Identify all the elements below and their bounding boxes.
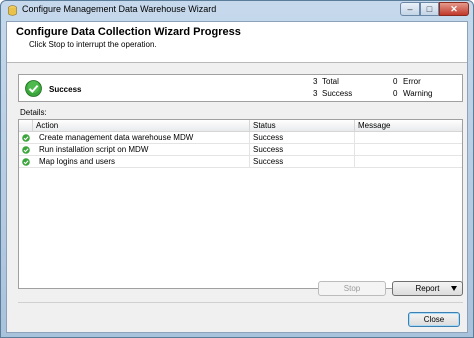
check-circle-icon [22,146,30,154]
check-circle-icon [22,158,30,166]
row-status: Success [250,132,355,143]
window-title: Configure Management Data Warehouse Wiza… [22,4,217,14]
details-grid[interactable]: Action Status Message Create management … [18,119,463,289]
footer-divider [18,302,463,303]
report-button-label: Report [415,284,440,293]
page-subtitle: Click Stop to interrupt the operation. [29,40,157,49]
column-header-icon [19,120,33,131]
row-message [355,156,462,167]
table-row[interactable]: Map logins and users Success [19,156,462,168]
grid-header: Action Status Message [19,120,462,132]
row-status: Success [250,144,355,155]
success-count: 3 [313,89,318,98]
table-row[interactable]: Run installation script on MDW Success [19,144,462,156]
table-row[interactable]: Create management data warehouse MDW Suc… [19,132,462,144]
row-message [355,132,462,143]
wizard-client-area: Configure Data Collection Wizard Progres… [6,21,468,333]
error-label: Error [403,77,421,86]
details-label: Details: [20,108,47,117]
row-message [355,144,462,155]
total-count: 3 [313,77,318,86]
summary-status: Success [49,85,82,94]
check-circle-icon [22,134,30,142]
wizard-window: Configure Management Data Warehouse Wiza… [0,0,474,338]
summary-panel: Success 3 Total 3 Success 0 Error 0 Warn… [18,74,463,102]
header-panel: Configure Data Collection Wizard Progres… [7,22,467,63]
stop-button[interactable]: Stop [318,281,386,296]
row-action: Run installation script on MDW [33,144,250,155]
page-title: Configure Data Collection Wizard Progres… [16,26,241,38]
chevron-down-icon [451,286,457,291]
warning-count: 0 [393,89,398,98]
check-circle-icon [25,80,42,97]
total-label: Total [322,77,339,86]
column-header-status[interactable]: Status [250,120,355,131]
title-bar[interactable]: Configure Management Data Warehouse Wiza… [1,1,473,20]
success-label: Success [322,89,353,98]
database-icon [8,5,17,16]
row-status: Success [250,156,355,167]
error-count: 0 [393,77,398,86]
report-button[interactable]: Report [392,281,463,296]
close-window-button[interactable]: ✕ [439,2,469,16]
column-header-action[interactable]: Action [33,120,250,131]
maximize-button[interactable]: □ [420,2,439,16]
warning-label: Warning [403,89,433,98]
row-action: Create management data warehouse MDW [33,132,250,143]
row-action: Map logins and users [33,156,250,167]
minimize-button[interactable]: – [400,2,420,16]
column-header-message[interactable]: Message [355,120,462,131]
close-button[interactable]: Close [408,312,460,327]
